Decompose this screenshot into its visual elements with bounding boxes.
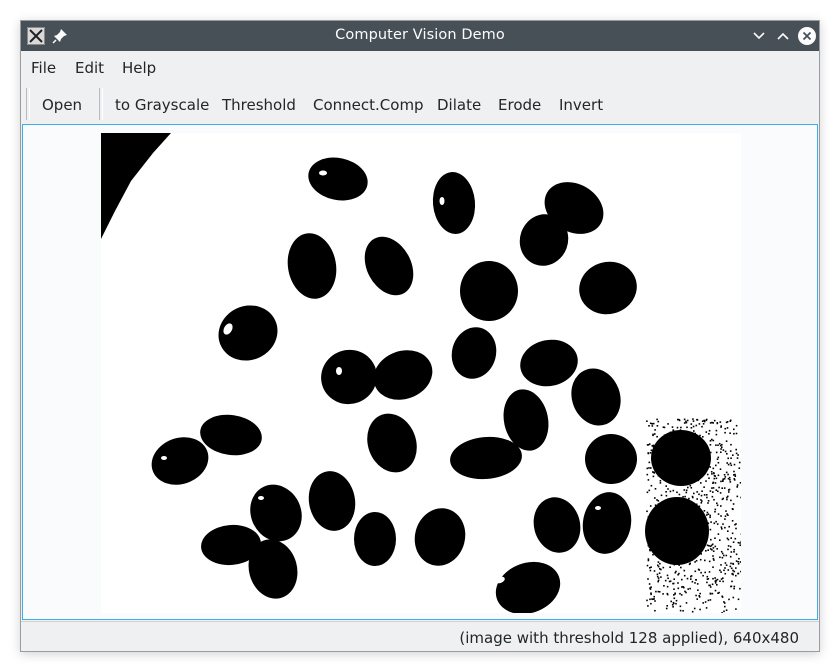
thresholded-image: [101, 133, 741, 613]
erode-button[interactable]: Erode: [498, 96, 541, 114]
open-button[interactable]: Open: [42, 96, 82, 114]
status-bar: (image with threshold 128 applied), 640x…: [21, 621, 819, 653]
menu-file[interactable]: File: [31, 59, 56, 77]
invert-button[interactable]: Invert: [559, 96, 603, 114]
menu-help[interactable]: Help: [122, 59, 156, 77]
connected-components-button[interactable]: Connect.Comp: [313, 96, 424, 114]
toolbar: Open to Grayscale Threshold Connect.Comp…: [21, 84, 819, 124]
dilate-button[interactable]: Dilate: [437, 96, 481, 114]
app-window: Computer Vision Demo File Edit Help Open…: [20, 20, 820, 652]
status-message: (image with threshold 128 applied), 640x…: [459, 629, 799, 647]
grayscale-button[interactable]: to Grayscale: [115, 96, 209, 114]
minimize-icon[interactable]: [749, 26, 769, 46]
close-icon[interactable]: [797, 26, 817, 46]
window-title: Computer Vision Demo: [335, 27, 505, 43]
menu-edit[interactable]: Edit: [75, 59, 104, 77]
toolbar-handle[interactable]: [26, 88, 30, 120]
menu-bar: File Edit Help: [21, 51, 819, 84]
threshold-button[interactable]: Threshold: [222, 96, 296, 114]
toolbar-handle[interactable]: [99, 88, 103, 120]
title-bar[interactable]: Computer Vision Demo: [21, 21, 819, 51]
image-view[interactable]: [22, 124, 818, 620]
maximize-icon[interactable]: [773, 26, 793, 46]
